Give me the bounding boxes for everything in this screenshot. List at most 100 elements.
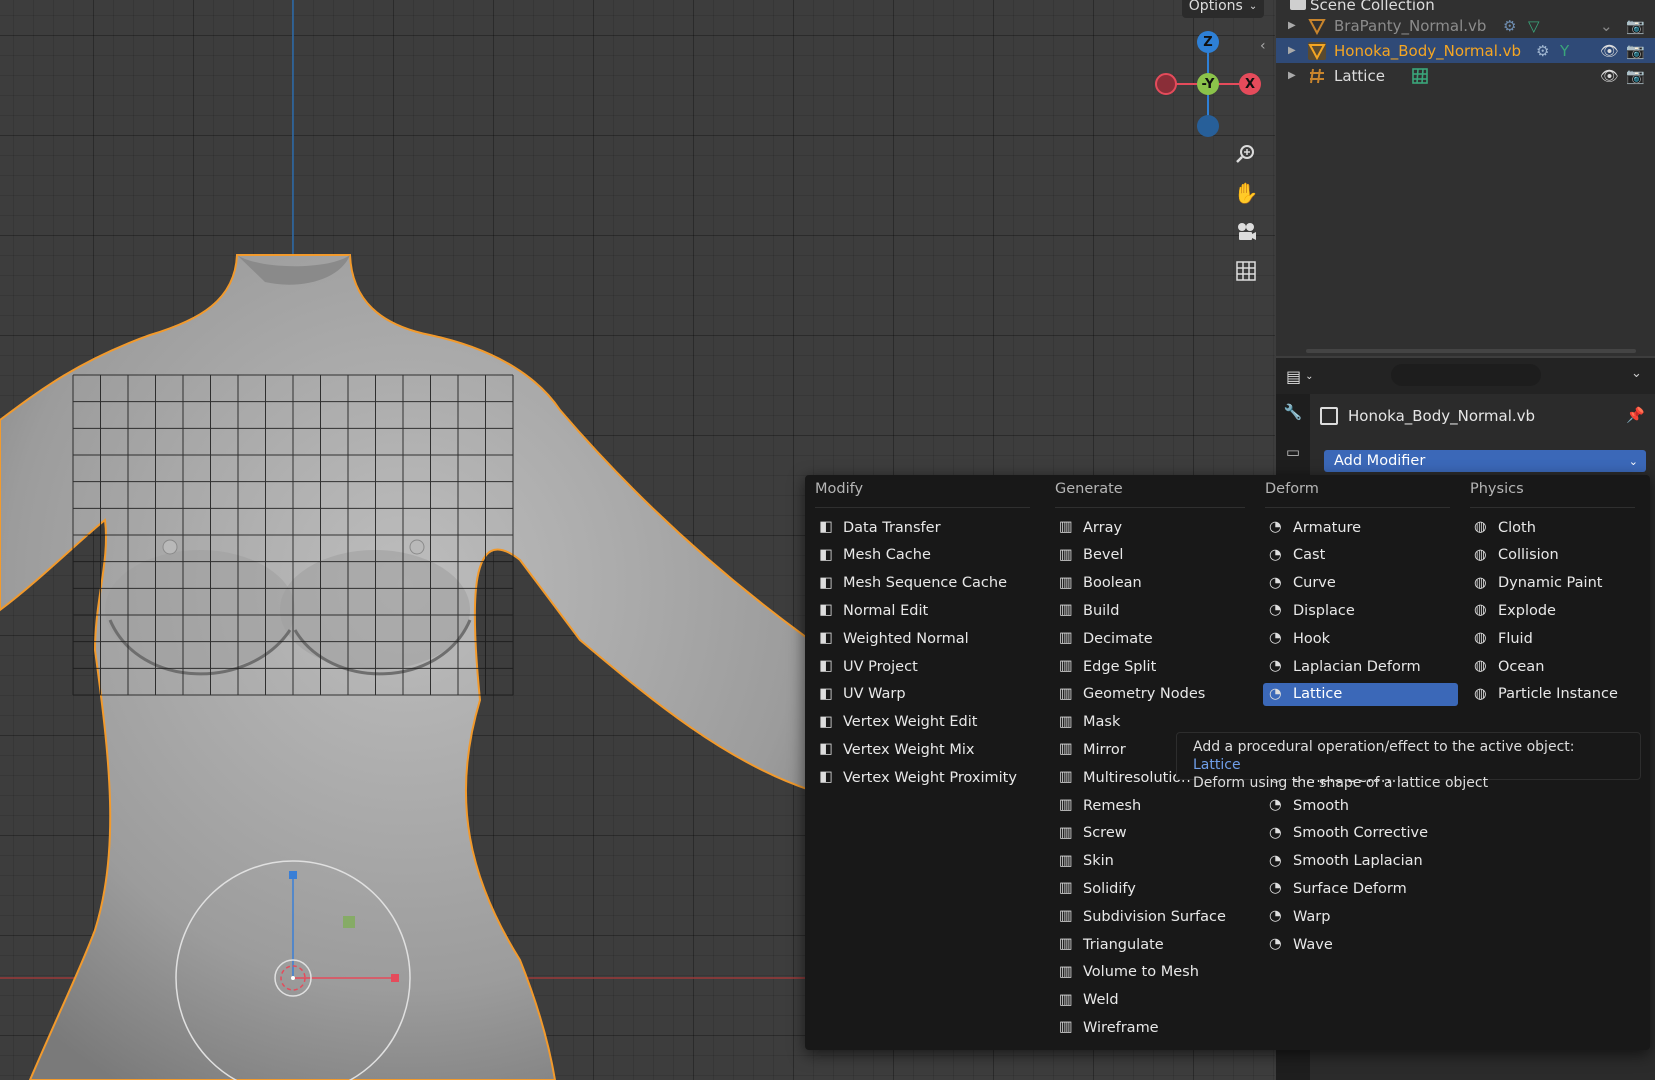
modifier-type-icon: ◧ bbox=[819, 741, 833, 758]
menu-item-subdivision-surface[interactable]: ▥ Subdivision Surface bbox=[1053, 905, 1253, 928]
pin-icon[interactable]: 📌 bbox=[1626, 406, 1645, 424]
menu-item-weighted-normal[interactable]: ◧ Weighted Normal bbox=[813, 627, 1038, 650]
menu-item-remesh[interactable]: ▥ Remesh bbox=[1053, 794, 1253, 817]
menu-item-lattice[interactable]: ◔ Lattice bbox=[1263, 682, 1458, 706]
menu-item-label: Collision bbox=[1498, 547, 1559, 564]
menu-item-dynamic-paint[interactable]: ◍ Dynamic Paint bbox=[1468, 572, 1643, 595]
menu-item-skin[interactable]: ▥ Skin bbox=[1053, 850, 1253, 873]
menu-item-data-transfer[interactable]: ◧ Data Transfer bbox=[813, 516, 1038, 539]
menu-item-label: Decimate bbox=[1083, 630, 1153, 647]
menu-item-surface-deform[interactable]: ◔ Surface Deform bbox=[1263, 877, 1458, 900]
menu-item-fluid[interactable]: ◍ Fluid bbox=[1468, 627, 1643, 650]
menu-item-warp[interactable]: ◔ Warp bbox=[1263, 905, 1458, 928]
menu-item-edge-split[interactable]: ▥ Edge Split bbox=[1053, 655, 1253, 678]
gizmo-neg-x-axis[interactable] bbox=[1155, 73, 1177, 95]
camera-render-icon[interactable]: 📷 bbox=[1626, 17, 1645, 35]
visibility-hidden-icon[interactable]: ⌄ bbox=[1600, 17, 1613, 35]
menu-item-ocean[interactable]: ◍ Ocean bbox=[1468, 655, 1643, 678]
search-input[interactable] bbox=[1391, 364, 1541, 386]
modifier-type-icon: ◔ bbox=[1269, 852, 1282, 869]
menu-item-smooth[interactable]: ◔ Smooth bbox=[1263, 794, 1458, 817]
menu-item-uv-warp[interactable]: ◧ UV Warp bbox=[813, 683, 1038, 706]
menu-item-explode[interactable]: ◍ Explode bbox=[1468, 599, 1643, 622]
menu-item-smooth-corrective[interactable]: ◔ Smooth Corrective bbox=[1263, 822, 1458, 845]
visibility-icon[interactable]: 👁 bbox=[1600, 67, 1619, 85]
grid-icon[interactable] bbox=[1230, 255, 1262, 287]
menu-item-curve[interactable]: ◔ Curve bbox=[1263, 572, 1458, 595]
expand-arrow-icon[interactable]: ▶ bbox=[1288, 70, 1296, 81]
chevron-down-icon[interactable]: ⌄ bbox=[1631, 366, 1642, 381]
editor-type-dropdown[interactable]: ▤ ⌄ bbox=[1286, 364, 1326, 388]
menu-item-smooth-laplacian[interactable]: ◔ Smooth Laplacian bbox=[1263, 850, 1458, 873]
zoom-icon[interactable] bbox=[1230, 138, 1262, 170]
outliner-row-lattice[interactable]: ▶ Lattice 👁 📷 bbox=[1276, 63, 1655, 88]
outliner-row-brapanty[interactable]: ▶ BraPanty_Normal.vb ⚙ ▽ ⌄ 📷 bbox=[1276, 13, 1655, 38]
menu-item-decimate[interactable]: ▥ Decimate bbox=[1053, 627, 1253, 650]
modifier-type-icon: ▥ bbox=[1059, 880, 1073, 897]
menu-item-normal-edit[interactable]: ◧ Normal Edit bbox=[813, 599, 1038, 622]
gizmo-z-axis[interactable]: Z bbox=[1197, 31, 1219, 53]
visibility-icon[interactable]: 👁 bbox=[1600, 42, 1619, 60]
menu-item-hook[interactable]: ◔ Hook bbox=[1263, 627, 1458, 650]
menu-item-displace[interactable]: ◔ Displace bbox=[1263, 599, 1458, 622]
menu-item-triangulate[interactable]: ▥ Triangulate bbox=[1053, 933, 1253, 956]
menu-item-wireframe[interactable]: ▥ Wireframe bbox=[1053, 1016, 1253, 1039]
menu-item-label: Cloth bbox=[1498, 519, 1536, 536]
outliner-row-honoka[interactable]: ▶ Honoka_Body_Normal.vb ⚙ Y 👁 📷 bbox=[1276, 38, 1655, 63]
menu-item-label: Armature bbox=[1293, 519, 1362, 536]
menu-item-particle-instance[interactable]: ◍ Particle Instance bbox=[1468, 683, 1643, 706]
menu-item-array[interactable]: ▥ Array bbox=[1053, 516, 1253, 539]
render-tab-icon[interactable]: ▭ bbox=[1281, 440, 1305, 464]
menu-item-uv-project[interactable]: ◧ UV Project bbox=[813, 655, 1038, 678]
menu-item-cast[interactable]: ◔ Cast bbox=[1263, 544, 1458, 567]
outliner-row-label: Lattice bbox=[1334, 66, 1385, 85]
menu-item-label: Mask bbox=[1083, 714, 1121, 731]
menu-item-armature[interactable]: ◔ Armature bbox=[1263, 516, 1458, 539]
chevron-left-icon[interactable]: ‹ bbox=[1260, 38, 1266, 54]
menu-separator bbox=[815, 507, 1030, 508]
tool-tab-icon[interactable]: 🔧 bbox=[1281, 400, 1305, 424]
menu-item-vertex-weight-proximity[interactable]: ◧ Vertex Weight Proximity bbox=[813, 766, 1038, 789]
menu-item-weld[interactable]: ▥ Weld bbox=[1053, 989, 1253, 1012]
menu-item-label: Boolean bbox=[1083, 575, 1142, 592]
camera-render-icon[interactable]: 📷 bbox=[1626, 67, 1645, 85]
menu-item-label: Hook bbox=[1293, 630, 1331, 647]
gizmo-neg-y-axis[interactable]: -Y bbox=[1197, 73, 1219, 95]
menu-item-label: Triangulate bbox=[1083, 936, 1164, 953]
menu-item-label: Particle Instance bbox=[1498, 686, 1618, 703]
outliner-row-label: Honoka_Body_Normal.vb bbox=[1334, 41, 1522, 60]
gizmo-neg-z-axis[interactable] bbox=[1197, 115, 1219, 137]
add-modifier-button[interactable]: Add Modifier ⌄ bbox=[1324, 450, 1646, 472]
menu-item-laplacian-deform[interactable]: ◔ Laplacian Deform bbox=[1263, 655, 1458, 678]
vertex-group-icon: Y bbox=[1560, 41, 1570, 60]
outliner-scrollbar[interactable] bbox=[1306, 349, 1636, 353]
menu-item-boolean[interactable]: ▥ Boolean bbox=[1053, 572, 1253, 595]
menu-item-vertex-weight-mix[interactable]: ◧ Vertex Weight Mix bbox=[813, 738, 1038, 761]
menu-item-collision[interactable]: ◍ Collision bbox=[1468, 544, 1643, 567]
outliner-panel[interactable]: Scene Collection ▶ BraPanty_Normal.vb ⚙ … bbox=[1276, 0, 1655, 356]
options-dropdown[interactable]: Options ⌄ bbox=[1182, 0, 1264, 18]
gizmo-x-axis[interactable]: X bbox=[1239, 73, 1261, 95]
menu-item-screw[interactable]: ▥ Screw bbox=[1053, 822, 1253, 845]
modifier-type-icon: ◧ bbox=[819, 769, 833, 786]
menu-item-label: Geometry Nodes bbox=[1083, 686, 1206, 703]
menu-item-cloth[interactable]: ◍ Cloth bbox=[1468, 516, 1643, 539]
expand-arrow-icon[interactable]: ▶ bbox=[1288, 45, 1296, 56]
pan-hand-icon[interactable]: ✋ bbox=[1230, 177, 1262, 209]
modifier-type-icon: ◔ bbox=[1269, 658, 1282, 674]
camera-render-icon[interactable]: 📷 bbox=[1626, 42, 1645, 60]
menu-item-geometry-nodes[interactable]: ▥ Geometry Nodes bbox=[1053, 683, 1253, 706]
expand-arrow-icon[interactable]: ▶ bbox=[1288, 20, 1296, 31]
modifier-type-icon: ◍ bbox=[1474, 685, 1487, 702]
menu-item-build[interactable]: ▥ Build bbox=[1053, 599, 1253, 622]
menu-item-mesh-sequence-cache[interactable]: ◧ Mesh Sequence Cache bbox=[813, 572, 1038, 595]
menu-item-mask[interactable]: ▥ Mask bbox=[1053, 711, 1253, 734]
camera-icon[interactable] bbox=[1230, 216, 1262, 248]
menu-item-label: Data Transfer bbox=[843, 519, 941, 536]
menu-item-mesh-cache[interactable]: ◧ Mesh Cache bbox=[813, 544, 1038, 567]
menu-item-vertex-weight-edit[interactable]: ◧ Vertex Weight Edit bbox=[813, 711, 1038, 734]
menu-item-wave[interactable]: ◔ Wave bbox=[1263, 933, 1458, 956]
menu-item-bevel[interactable]: ▥ Bevel bbox=[1053, 544, 1253, 567]
menu-item-solidify[interactable]: ▥ Solidify bbox=[1053, 877, 1253, 900]
menu-item-volume-to-mesh[interactable]: ▥ Volume to Mesh bbox=[1053, 961, 1253, 984]
